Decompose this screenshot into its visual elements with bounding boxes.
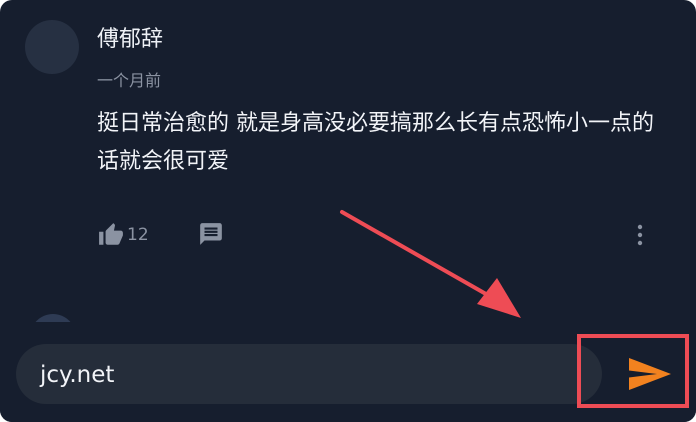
like-count: 12 [127,225,149,245]
next-comment-avatar[interactable] [30,314,76,322]
reply-icon [200,223,222,245]
send-button[interactable] [627,356,673,392]
comment-input-value[interactable]: jcy.net [40,361,114,389]
thumbs-up-icon [99,223,123,245]
like-button[interactable] [97,222,125,248]
reply-button[interactable] [198,221,224,247]
comment-timestamp: 一个月前 [97,71,162,90]
more-vert-icon [637,224,643,246]
comments-panel: 傅郁辞 一个月前 挺日常治愈的 就是身高没必要搞那么长有点恐怖小一点的话就会很可… [0,0,696,422]
comment-body: 挺日常治愈的 就是身高没必要搞那么长有点恐怖小一点的话就会很可爱 [97,111,654,174]
more-options-button[interactable] [630,222,650,248]
avatar[interactable] [25,20,79,74]
comment-username[interactable]: 傅郁辞 [97,26,163,54]
send-icon [629,358,671,390]
comment-item: 傅郁辞 一个月前 挺日常治愈的 就是身高没必要搞那么长有点恐怖小一点的话就会很可… [0,0,696,322]
